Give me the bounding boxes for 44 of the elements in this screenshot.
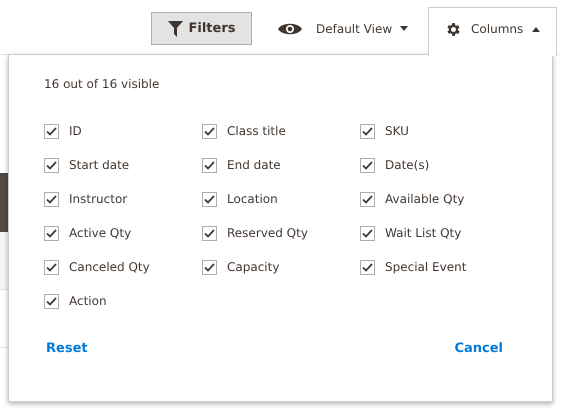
filters-button[interactable]: Filters [151, 12, 252, 45]
checkbox[interactable] [360, 158, 375, 172]
column-option-label: Active Qty [69, 226, 132, 240]
checkbox[interactable] [44, 226, 59, 240]
column-option-label: Wait List Qty [385, 226, 462, 240]
caret-icon [532, 26, 540, 32]
checkbox[interactable] [202, 124, 217, 138]
view-dropdown[interactable]: Default View [278, 12, 408, 45]
column-header [0, 173, 8, 232]
checkbox[interactable] [360, 226, 375, 240]
column-option-label: End date [227, 158, 281, 172]
gear-icon [445, 20, 462, 38]
column-option-label: Instructor [69, 192, 128, 206]
column-option-label: Capacity [227, 260, 280, 274]
checkbox[interactable] [360, 260, 375, 274]
column-option-label: Reserved Qty [227, 226, 308, 240]
checkbox[interactable] [360, 124, 375, 138]
column-option-label: Date(s) [385, 158, 430, 172]
checkbox[interactable] [202, 260, 217, 274]
checkbox[interactable] [360, 192, 375, 206]
checkbox[interactable] [44, 124, 59, 138]
column-option-label: Class title [227, 124, 286, 138]
caret-icon [400, 26, 408, 31]
checkbox[interactable] [202, 158, 217, 172]
cancel-link[interactable]: Cancel [454, 341, 503, 356]
checkbox[interactable] [202, 192, 217, 206]
column-option-label: ID [69, 124, 82, 138]
column-option-label: Available Qty [385, 192, 464, 206]
column-option-label: Special Event [385, 260, 466, 274]
checkbox[interactable] [44, 260, 59, 274]
column-option-label: Canceled Qty [69, 260, 150, 274]
column-option-label: Start date [69, 158, 130, 172]
checkbox[interactable] [44, 192, 59, 206]
visible-count: 16 out of 16 visible [44, 77, 160, 91]
column-option-label: SKU [385, 124, 409, 138]
checkbox[interactable] [44, 158, 59, 172]
reset-link[interactable]: Reset [46, 341, 88, 356]
column-option-label: Action [69, 294, 107, 308]
checkbox[interactable] [202, 226, 217, 240]
eye-icon [278, 22, 302, 36]
checkbox[interactable] [44, 294, 59, 308]
column-option-label: Location [227, 192, 278, 206]
columns-button[interactable]: Columns [428, 7, 558, 56]
funnel-icon [168, 20, 182, 36]
